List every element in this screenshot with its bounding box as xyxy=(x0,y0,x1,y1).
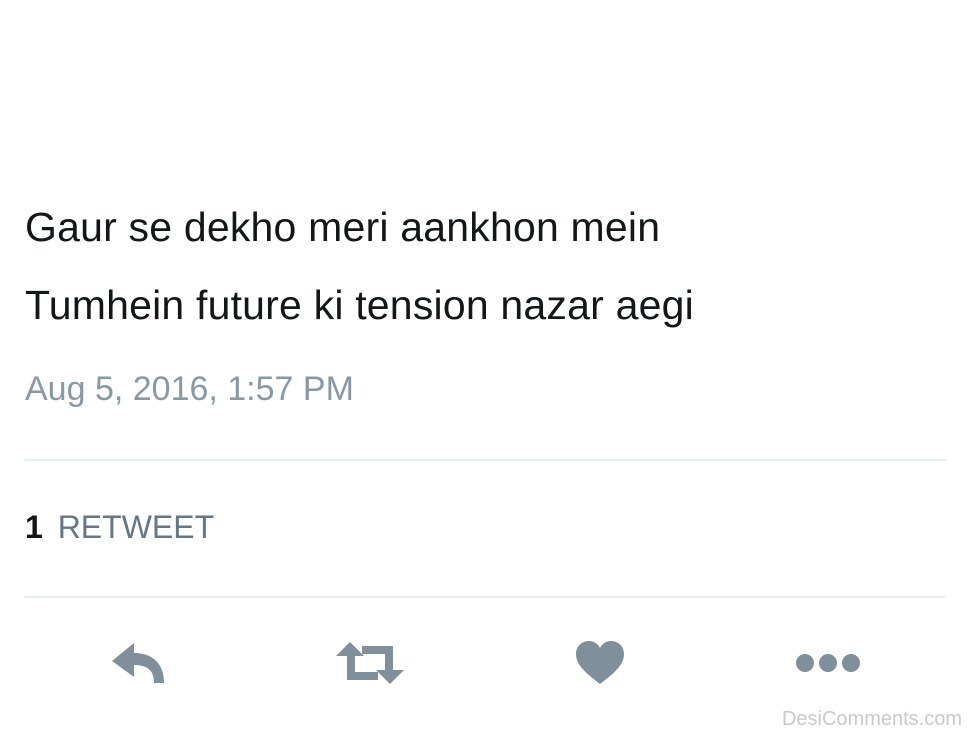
divider xyxy=(24,596,946,598)
retweet-label: RETWEET xyxy=(57,509,215,545)
retweet-icon xyxy=(336,642,404,684)
tweet-timestamp[interactable]: Aug 5, 2016, 1:57 PM xyxy=(25,367,354,411)
retweet-stats[interactable]: 1 RETWEET xyxy=(25,505,214,549)
tweet-text-line-1: Gaur se dekho meri aankhon mein xyxy=(25,204,661,250)
more-dots-icon xyxy=(796,654,860,672)
more-button[interactable] xyxy=(790,635,866,691)
reply-icon xyxy=(112,643,164,683)
reply-button[interactable] xyxy=(103,635,173,691)
like-button[interactable] xyxy=(570,635,630,691)
retweet-count: 1 xyxy=(25,509,43,545)
tweet-text: Gaur se dekho meri aankhon mein Tumhein … xyxy=(25,188,925,344)
heart-icon xyxy=(576,641,624,684)
watermark-text: DesiComments.com xyxy=(781,708,962,730)
retweet-button[interactable] xyxy=(330,635,410,691)
divider xyxy=(24,459,946,461)
tweet-text-line-2: Tumhein future ki tension nazar aegi xyxy=(25,282,694,328)
